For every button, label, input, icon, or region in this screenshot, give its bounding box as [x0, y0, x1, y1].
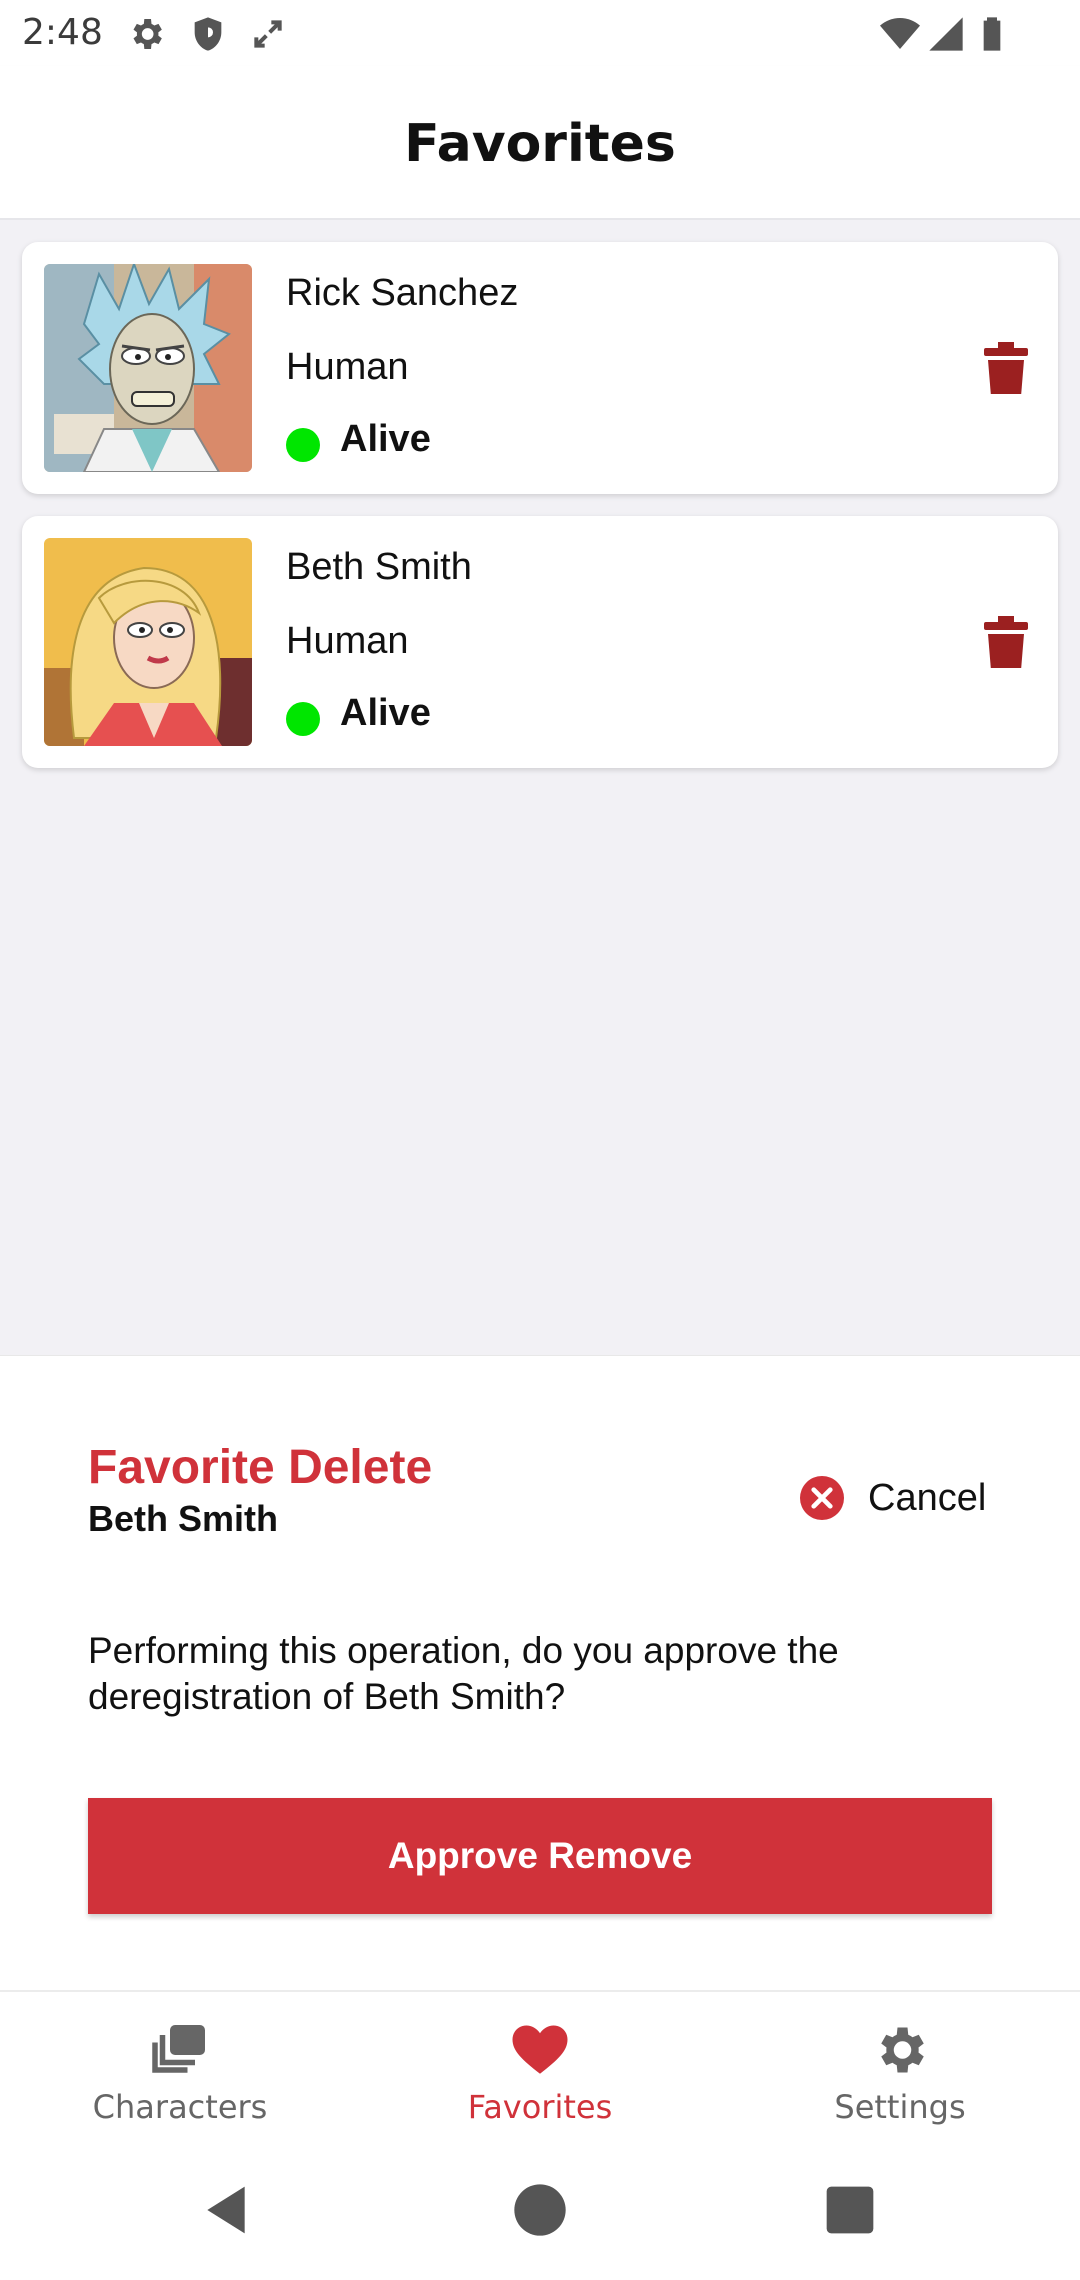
cancel-label: Cancel — [868, 1476, 987, 1519]
nav-label: Settings — [834, 2088, 966, 2126]
nav-label: Favorites — [467, 2088, 613, 2126]
nav-item-favorites[interactable]: Favorites — [360, 1992, 720, 2142]
delete-button[interactable] — [976, 612, 1036, 672]
favorite-card[interactable]: Rick Sanchez Human Alive — [22, 242, 1058, 494]
character-name: Beth Smith — [286, 546, 472, 588]
character-species: Human — [286, 346, 409, 388]
recents-icon[interactable] — [822, 2182, 878, 2238]
close-circle-icon — [800, 1476, 844, 1520]
back-icon[interactable] — [198, 2182, 254, 2238]
character-species: Human — [286, 620, 409, 662]
delete-confirmation-sheet: Favorite Delete Beth Smith Cancel Perfor… — [0, 1355, 1080, 1990]
dialog-message: Performing this operation, do you approv… — [88, 1630, 839, 1717]
character-status: Alive — [340, 692, 431, 734]
gear-icon — [881, 2027, 924, 2073]
character-name: Rick Sanchez — [286, 272, 519, 314]
app-bar: Favorites — [0, 66, 1080, 220]
status-time: 2:48 — [22, 12, 103, 53]
delete-button[interactable] — [976, 338, 1036, 398]
stacked-cards-icon — [152, 2025, 205, 2073]
favorite-card[interactable]: Beth Smith Human Alive — [22, 516, 1058, 768]
heart-icon — [512, 2025, 568, 2074]
status-dot — [286, 428, 320, 462]
expand-icon — [248, 14, 288, 54]
status-bar: 2:48 — [0, 0, 1080, 66]
cancel-button[interactable]: Cancel — [800, 1466, 986, 1530]
dialog-title: Favorite Delete — [88, 1441, 433, 1494]
battery-icon — [972, 14, 1012, 54]
status-dot — [286, 702, 320, 736]
favorites-list: Rick Sanchez Human Alive Beth Smith Huma… — [0, 220, 1080, 1355]
cellular-icon — [926, 14, 966, 54]
nav-item-characters[interactable]: Characters — [0, 1992, 360, 2142]
dialog-subtitle: Beth Smith — [88, 1498, 279, 1539]
gear-icon — [126, 14, 166, 54]
shield-icon — [188, 14, 228, 54]
bottom-navigation: Characters Favorites Settings — [0, 1990, 1080, 2140]
avatar — [44, 538, 252, 746]
trash-icon — [984, 616, 1028, 668]
approve-remove-button[interactable]: Approve Remove — [88, 1798, 992, 1914]
character-status: Alive — [340, 418, 431, 460]
wifi-icon — [880, 14, 920, 54]
nav-label: Characters — [92, 2088, 268, 2126]
page-title: Favorites — [404, 114, 676, 174]
nav-item-settings[interactable]: Settings — [720, 1992, 1080, 2142]
avatar — [44, 264, 252, 472]
home-icon[interactable] — [512, 2182, 568, 2238]
system-navigation-bar — [0, 2140, 1080, 2280]
trash-icon — [984, 342, 1028, 394]
